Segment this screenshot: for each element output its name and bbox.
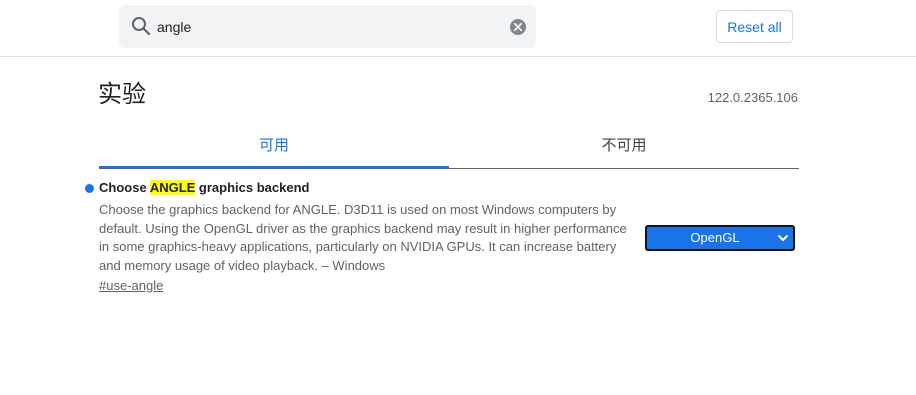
search-match-highlight: ANGLE [149, 180, 196, 195]
enabled-dot-icon [85, 184, 94, 193]
backend-select[interactable]: OpenGL [645, 225, 795, 251]
backend-select-value: OpenGL [690, 230, 740, 245]
header-bar: Reset all [0, 0, 916, 57]
experiment-permalink[interactable]: #use-angle [99, 278, 163, 293]
reset-all-button[interactable]: Reset all [716, 10, 793, 43]
search-input[interactable] [157, 5, 497, 48]
clear-icon[interactable] [509, 18, 527, 36]
experiment-title-prefix: Choose [99, 180, 150, 195]
chevron-down-icon [778, 235, 788, 241]
search-icon [132, 17, 151, 36]
experiment-title: Choose ANGLE graphics backend [99, 178, 309, 198]
experiment-description: Choose the graphics backend for ANGLE. D… [99, 202, 627, 273]
tab-unavailable[interactable]: 不可用 [449, 124, 799, 166]
tab-bar: 可用 不可用 [99, 124, 799, 169]
tab-available[interactable]: 可用 [99, 124, 449, 168]
search-box[interactable] [119, 5, 536, 48]
version-label: 122.0.2365.106 [707, 90, 798, 105]
experiment-title-suffix: graphics backend [195, 180, 310, 195]
page-title: 实验 [98, 80, 146, 108]
